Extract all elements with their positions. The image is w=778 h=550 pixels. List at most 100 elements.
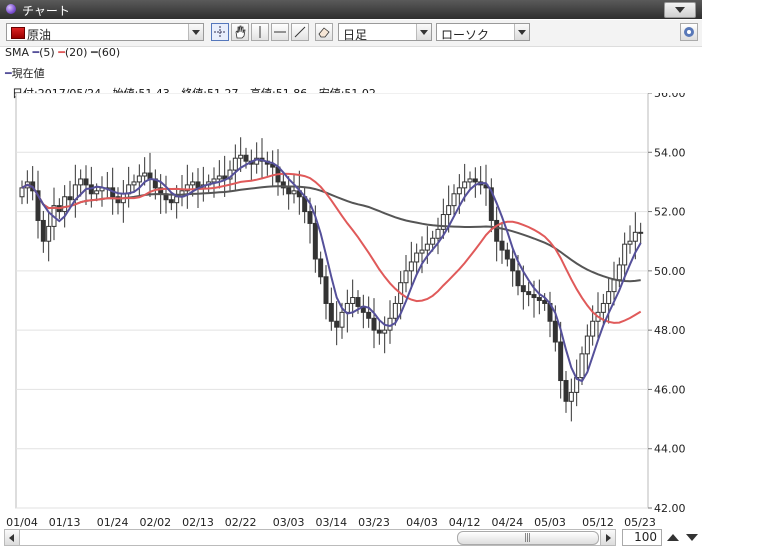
x-tick-label: 05/03 (534, 516, 566, 529)
app-icon (6, 4, 16, 14)
x-tick-label: 03/23 (358, 516, 390, 529)
horizontal-scrollbar[interactable]: ||| (4, 529, 616, 546)
candle-body (190, 181, 196, 186)
x-tick-label: 05/23 (624, 516, 656, 529)
chart-type-value: ローソク (441, 28, 490, 42)
x-tick-label: 04/12 (448, 516, 481, 529)
candle-body (622, 243, 628, 266)
candle-body (328, 302, 334, 322)
candle-body (243, 154, 249, 162)
y-tick-label: 42.00 (654, 502, 686, 515)
candle-body (136, 175, 142, 183)
sma-legend: SMA ━(5) ━(20) ━(60) (5, 46, 121, 59)
chevron-down-icon[interactable] (188, 24, 203, 40)
candle-body (19, 187, 25, 198)
x-tick-label: 02/02 (139, 516, 172, 529)
zoom-up-icon[interactable] (664, 529, 681, 546)
x-tick-label: 01/04 (6, 516, 38, 529)
candle-body (142, 172, 148, 177)
eraser-tool-button[interactable] (315, 23, 333, 41)
candle-body (408, 261, 414, 272)
candle-body (627, 240, 633, 245)
x-tick-label: 04/03 (406, 516, 438, 529)
candle-body (499, 240, 505, 251)
candle-body (632, 231, 638, 242)
trendline-tool-button[interactable] (291, 23, 309, 41)
scroll-right-arrow-icon[interactable] (600, 530, 615, 545)
chevron-down-icon[interactable] (416, 24, 431, 40)
crosshair-icon (214, 26, 226, 38)
sma60-label: (60) (97, 46, 121, 59)
candle-body (355, 297, 361, 307)
candle-body (520, 285, 526, 293)
vertical-line-tool-button[interactable] (251, 23, 269, 41)
candle-body (419, 249, 425, 254)
candlestick-chart[interactable]: 56.00 54.00 52.00 50.00 48.00 46.00 44.00 42.00 (0, 93, 700, 518)
candle-body (323, 276, 329, 304)
y-tick-label: 50.00 (654, 265, 686, 278)
gear-icon (684, 27, 694, 37)
scroll-left-arrow-icon[interactable] (5, 530, 20, 545)
candle-body (584, 335, 590, 355)
vertical-line-icon (259, 26, 261, 38)
y-tick-label: 54.00 (654, 146, 686, 159)
candle-body (600, 302, 606, 313)
candle-body (392, 302, 398, 319)
x-tick-label: 04/24 (491, 516, 524, 529)
x-tick-label: 03/03 (272, 516, 305, 529)
x-tick-label: 02/13 (182, 516, 214, 529)
symbol-select[interactable]: 原油 (6, 23, 204, 42)
x-tick-label: 02/22 (224, 516, 257, 529)
candle-body (238, 154, 244, 159)
candle-body (568, 391, 574, 402)
candle-body (350, 297, 356, 304)
chevron-down-icon[interactable] (514, 24, 529, 40)
sma20-label: (20) (64, 46, 88, 59)
candle-body (606, 291, 612, 304)
candle-body (526, 291, 532, 296)
chart-type-select[interactable]: ローソク (436, 23, 530, 42)
candle-body (558, 341, 564, 382)
flag-icon (11, 27, 25, 39)
x-tick-label: 01/24 (96, 516, 129, 529)
horizontal-line-tool-button[interactable] (271, 23, 289, 41)
horizontal-line-icon (274, 31, 286, 33)
candle-body (462, 181, 468, 189)
current-price-legend: ━現在値 (5, 67, 45, 80)
candle-body (40, 219, 46, 242)
candle-body (424, 243, 430, 251)
window-menu-button[interactable] (664, 2, 696, 18)
candle-body (403, 270, 409, 284)
candle-body (414, 252, 420, 263)
candle-body (318, 258, 324, 278)
settings-button[interactable] (680, 23, 698, 41)
hand-tool-button[interactable] (231, 23, 249, 41)
candle-body (334, 320, 340, 328)
x-tick-label: 01/13 (48, 516, 81, 529)
zoom-down-icon[interactable] (683, 529, 700, 546)
candle-body (504, 249, 510, 260)
current-price-label: 現在値 (11, 67, 45, 80)
candle-body (638, 231, 644, 234)
candle-body (94, 190, 100, 195)
y-tick-label: 52.00 (654, 206, 686, 219)
candle-body (552, 320, 558, 343)
candle-body (376, 329, 382, 334)
candle-body (616, 264, 622, 281)
zoom-input[interactable]: 100 (622, 529, 662, 546)
candle-body (366, 311, 372, 319)
y-tick-label: 44.00 (654, 443, 686, 456)
candle-body (291, 190, 297, 195)
y-tick-label: 48.00 (654, 324, 686, 337)
candle-body (430, 237, 436, 245)
crosshair-tool-button[interactable] (211, 23, 229, 41)
symbol-value: 原油 (27, 28, 52, 42)
candle-body (131, 181, 137, 186)
window-titlebar: チャート (0, 0, 702, 19)
candle-body (286, 187, 292, 195)
scrollbar-thumb[interactable]: ||| (457, 531, 599, 545)
period-select[interactable]: 日足 (338, 23, 432, 42)
candle-body (83, 178, 89, 186)
candle-body (467, 178, 473, 183)
candle-body (531, 294, 537, 299)
